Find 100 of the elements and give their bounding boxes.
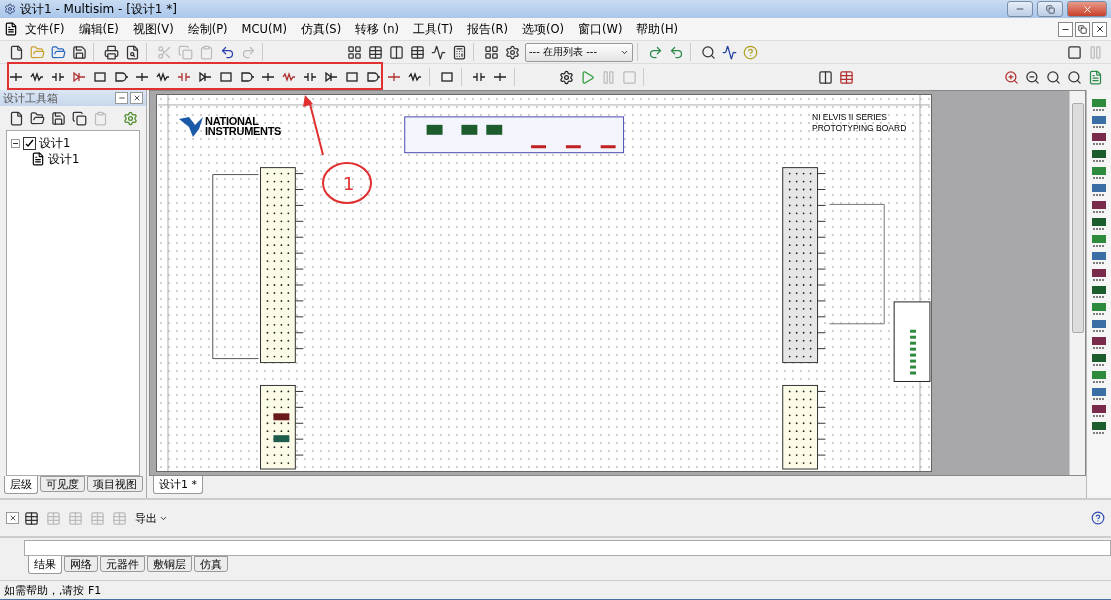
menu-item[interactable]: 报告(R) [460,21,516,37]
menu-item[interactable]: 文件(F) [18,21,72,37]
in-use-list-dropdown[interactable]: --- 在用列表 --- [525,42,633,62]
instrument-icon[interactable] [1091,336,1107,350]
component-symbol [273,435,290,443]
pause-icon [600,69,616,85]
undo-icon [219,44,235,60]
menu-item[interactable]: 编辑(E) [71,21,126,37]
help-icon [742,44,758,60]
scrollbar[interactable] [1069,91,1085,475]
annotation-label: 1 [343,173,355,194]
grapher-icon [430,44,446,60]
instrument-icon[interactable] [1091,149,1107,163]
simulate-settings-icon [558,69,574,85]
zoom-area-icon [1045,69,1061,85]
annotation-arrow [303,95,324,156]
minimize-button[interactable] [1007,1,1033,17]
instrument-icon[interactable] [1091,98,1107,112]
checkbox[interactable] [23,136,36,150]
redo-icon [240,44,256,60]
instrument-icon[interactable] [1091,217,1107,231]
grid-icon [346,44,362,60]
tree-item[interactable]: 设计1 [48,151,80,167]
tab[interactable]: 网络 [64,556,98,572]
menu-item[interactable]: 窗口(W) [571,21,630,37]
logo-icon [179,115,203,137]
tab[interactable]: 敷铜层 [147,556,192,572]
menu-item[interactable]: 仿真(S) [293,21,349,37]
status-text: 如需帮助，,请按 F1 [4,582,102,598]
tab[interactable]: 结果 [28,556,62,574]
print-icon [103,44,119,60]
instrument-icon[interactable] [1091,387,1107,401]
menu-item[interactable]: 转移 (n) [348,21,407,37]
menu-item[interactable]: 绘制(P) [180,21,235,37]
close-button[interactable] [1092,21,1107,37]
forward-icon [647,44,663,60]
close-icon [8,514,17,522]
annotation-circle [322,162,372,204]
menu-item[interactable]: 选项(O) [515,21,572,37]
print-preview-icon [124,44,140,60]
cut-icon [156,44,172,60]
instrument-icon[interactable] [1091,234,1107,248]
close-button[interactable] [6,512,19,524]
instrument-icon[interactable] [1091,353,1107,367]
minimize-icon [117,94,126,102]
instrument-icon[interactable] [1091,166,1107,180]
instrument-icon[interactable] [1091,404,1107,418]
instrument-icon[interactable] [1091,132,1107,146]
menu-item[interactable]: MCU(M) [234,22,294,36]
instrument-icon[interactable] [1091,200,1107,214]
stop-icon [621,69,637,85]
maximize-button[interactable] [1037,1,1063,17]
app-icon [4,3,16,15]
panel-title: 设计工具箱 [3,90,59,106]
tab[interactable]: 元器件 [100,556,145,572]
document-icon [4,22,18,36]
close-icon [1094,24,1105,34]
minimize-button[interactable] [1058,21,1073,37]
menu-item[interactable]: 工具(T) [406,21,461,37]
menu-item[interactable]: 视图(V) [125,21,181,37]
help-icon[interactable] [1091,511,1105,525]
zoom-in-icon [1003,69,1019,85]
component-symbol [273,413,290,421]
tree-item[interactable]: 设计1 [39,135,71,151]
tab[interactable]: 项目视图 [87,476,143,492]
pause-switch-icon [1087,44,1103,60]
tab[interactable]: 层级 [4,476,38,494]
open-sample-icon [50,44,66,60]
copy-icon [71,110,87,126]
restore-icon [1078,24,1087,34]
tab[interactable]: 设计1 * [153,476,203,494]
instrument-icon[interactable] [1091,302,1107,316]
instrument-icon[interactable] [1091,370,1107,384]
zoom-fit-icon [1066,69,1082,85]
instrument-icon[interactable] [1091,319,1107,333]
logo-text: NATIONAL INSTRUMENTS [205,116,282,136]
new-icon [8,110,24,126]
zoom-out-icon [1024,69,1040,85]
open-icon [29,44,45,60]
instrument-icon[interactable] [1091,421,1107,435]
save-icon [50,110,66,126]
export-button[interactable]: 导出 [131,510,172,526]
restore-icon [1045,4,1055,14]
tab[interactable]: 可见度 [40,476,85,492]
menu-item[interactable]: 帮助(H) [629,21,686,37]
copy-icon [177,44,193,60]
back-icon [668,44,684,60]
restore-button[interactable] [1075,21,1090,37]
instrument-icon[interactable] [1091,183,1107,197]
instrument-icon[interactable] [1091,285,1107,299]
columns-icon [388,44,404,60]
paste-icon [198,44,214,60]
instrument-icon[interactable] [1091,268,1107,282]
table-icon [409,44,425,60]
board-title: NI ELVIS II SERIES PROTOTYPING BOARD [812,112,907,134]
instrument-icon[interactable] [1091,251,1107,265]
tab[interactable]: 仿真 [194,556,228,572]
instrument-icon[interactable] [1091,115,1107,129]
close-button[interactable] [130,92,143,104]
collapse-toggle[interactable] [11,138,20,148]
